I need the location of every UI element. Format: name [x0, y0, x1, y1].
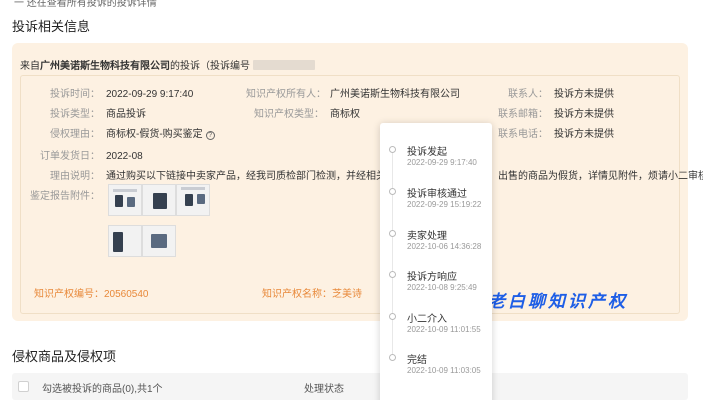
timeline-step: 投诉审核通过 2022-09-29 15:19:22 — [380, 183, 492, 223]
help-icon[interactable]: ? — [205, 131, 215, 140]
ip-name: 知识产权名称：芝美诗 — [262, 285, 362, 300]
ip-type: 知识产权类型： 商标权 — [246, 105, 360, 120]
timeline-step-label: 投诉审核通过 — [407, 189, 467, 200]
ip-number: 知识产权编号：20560540 — [34, 285, 149, 300]
select-all-checkbox[interactable] — [18, 381, 29, 392]
timeline-dot — [389, 230, 396, 237]
section-title-complaint-info: 投诉相关信息 — [12, 19, 91, 34]
infringement-reason: 侵权理由： 商标权-假货-购买鉴定? — [30, 125, 215, 140]
timeline-step-label: 小二介入 — [407, 314, 447, 325]
complaint-source-suffix: 的投诉（投诉编号 — [170, 61, 250, 72]
complaint-type-value: 商品投诉 — [106, 109, 146, 120]
timeline-dot — [389, 146, 396, 153]
infringement-reason-value: 商标权-假货-购买鉴定 — [106, 129, 203, 140]
reason-explanation-continued: 出售的商品为假货，详情见附件，烦请小二审核 — [498, 171, 703, 182]
table-header: 勾选被投诉的商品(0),共1个 处理状态 — [12, 373, 688, 400]
attachment-thumbnail[interactable] — [176, 184, 210, 216]
complaint-time-value: 2022-09-29 9:17:40 — [106, 89, 194, 100]
ip-type-label: 知识产权类型： — [254, 109, 324, 120]
contact-person-value: 投诉方未提供 — [554, 89, 614, 100]
timeline-step: 小二介入 2022-10-09 11:01:55 — [380, 308, 492, 348]
select-items-header: 勾选被投诉的商品(0),共1个 — [42, 384, 163, 395]
ip-owner-value: 广州美诺斯生物科技有限公司 — [330, 89, 460, 100]
timeline-step-time: 2022-10-09 11:03:05 — [407, 366, 481, 375]
complaint-source: 来自广州美诺斯生物科技有限公司的投诉（投诉编号 — [20, 57, 315, 72]
timeline-step-label: 投诉方响应 — [407, 272, 457, 283]
ip-owner-label: 知识产权所有人： — [246, 89, 326, 100]
ip-owner: 知识产权所有人： 广州美诺斯生物科技有限公司 — [246, 85, 460, 100]
watermark: 老白聊知识产权 — [488, 292, 628, 312]
complaint-time-label: 投诉时间： — [50, 89, 100, 100]
progress-timeline-popover: 投诉发起 2022-09-29 9:17:40 投诉审核通过 2022-09-2… — [380, 123, 492, 400]
timeline-step: 投诉发起 2022-09-29 9:17:40 — [380, 141, 492, 181]
reason-explanation-label: 理由说明： — [50, 171, 100, 182]
complaint-type: 投诉类型： 商品投诉 — [30, 105, 146, 120]
timeline-step-time: 2022-09-29 9:17:40 — [407, 158, 477, 167]
order-ship-date: 订单发货日： 2022-08 — [30, 147, 143, 162]
contact-phone: 联系电话： 投诉方未提供 — [494, 125, 614, 140]
timeline-step-label: 卖家处理 — [407, 231, 447, 242]
contact-person: 联系人： 投诉方未提供 — [494, 85, 614, 100]
timeline-step-time: 2022-10-09 11:01:55 — [407, 325, 481, 334]
order-ship-date-value: 2022-08 — [106, 151, 143, 162]
timeline-step: 卖家处理 2022-10-06 14:36:28 — [380, 225, 492, 265]
contact-email-value: 投诉方未提供 — [554, 109, 614, 120]
complainant-company: 广州美诺斯生物科技有限公司 — [40, 61, 170, 72]
report-attachments-label: 鉴定报告附件： — [30, 191, 100, 202]
timeline-step-time: 2022-09-29 15:19:22 — [407, 200, 482, 209]
timeline-step-time: 2022-10-06 14:36:28 — [407, 242, 482, 251]
contact-phone-value: 投诉方未提供 — [554, 129, 614, 140]
timeline-step: 投诉方响应 2022-10-08 9:25:49 — [380, 266, 492, 306]
complaint-time: 投诉时间： 2022-09-29 9:17:40 — [30, 85, 193, 100]
report-attachments: 鉴定报告附件： — [24, 187, 100, 202]
ip-name-value: 芝美诗 — [332, 289, 362, 300]
reason-explanation: 理由说明： 通过购买以下链接中卖家产品，经我司质检部门检测，并经相关 — [30, 167, 386, 182]
timeline-step-label: 完结 — [407, 355, 427, 366]
timeline-step-label: 投诉发起 — [407, 147, 447, 158]
section-title-infringing-items: 侵权商品及侵权项 — [12, 349, 117, 364]
timeline-dot — [389, 188, 396, 195]
attachment-thumbnail[interactable] — [108, 225, 142, 257]
ip-number-value: 20560540 — [104, 289, 149, 300]
contact-phone-label: 联系电话： — [498, 129, 548, 140]
timeline-dot — [389, 313, 396, 320]
complaint-info-card: 来自广州美诺斯生物科技有限公司的投诉（投诉编号 投诉时间： 2022-09-29 … — [12, 43, 703, 321]
timeline-step: 完结 2022-10-09 11:03:05 — [380, 349, 492, 389]
reason-explanation-value: 通过购买以下链接中卖家产品，经我司质检部门检测，并经相关 — [106, 171, 386, 182]
infringement-reason-label: 侵权理由： — [50, 129, 100, 140]
ip-number-label: 知识产权编号： — [34, 289, 104, 300]
status-header: 处理状态 — [304, 384, 344, 395]
attachment-thumbnail[interactable] — [108, 184, 142, 216]
complaint-type-label: 投诉类型： — [50, 109, 100, 120]
ip-type-value: 商标权 — [330, 109, 360, 120]
attachment-thumbnail[interactable] — [142, 184, 176, 216]
attachment-thumbnail[interactable] — [142, 225, 176, 257]
masked-complaint-number — [253, 60, 315, 70]
order-ship-date-label: 订单发货日： — [40, 151, 100, 162]
contact-person-label: 联系人： — [508, 89, 548, 100]
complaint-source-prefix: 来自 — [20, 61, 40, 72]
ip-name-label: 知识产权名称： — [262, 289, 332, 300]
timeline-dot — [389, 354, 396, 361]
timeline-step-time: 2022-10-08 9:25:49 — [407, 283, 477, 292]
contact-email: 联系邮箱： 投诉方未提供 — [494, 105, 614, 120]
contact-email-label: 联系邮箱： — [498, 109, 548, 120]
timeline-dot — [389, 271, 396, 278]
breadcrumb: 一 还在查看所有投诉的投诉详情 — [14, 0, 157, 9]
